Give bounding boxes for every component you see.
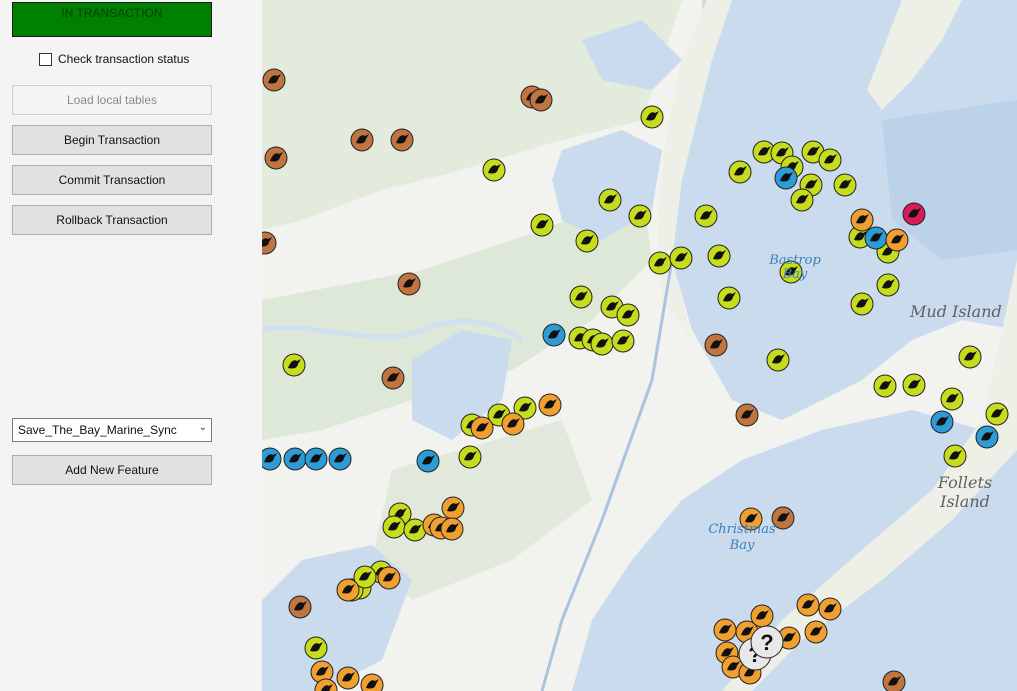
map-point-fish[interactable] bbox=[328, 447, 352, 471]
map-point-invertebrate[interactable] bbox=[713, 618, 737, 642]
map-point-bird[interactable] bbox=[640, 105, 664, 129]
map-point-bird[interactable] bbox=[616, 303, 640, 327]
map-point-bird[interactable] bbox=[628, 204, 652, 228]
control-panel: IN TRANSACTION Check transaction status … bbox=[0, 0, 262, 691]
map-point-mammal[interactable] bbox=[288, 595, 312, 619]
map-point-bird[interactable] bbox=[943, 444, 967, 468]
map-point-fish[interactable] bbox=[774, 166, 798, 190]
chevron-down-icon: ⌄ bbox=[198, 422, 207, 433]
map-point-bird[interactable] bbox=[902, 373, 926, 397]
map-point-bird[interactable] bbox=[669, 246, 693, 270]
map-point-bird[interactable] bbox=[876, 273, 900, 297]
map-point-invertebrate[interactable] bbox=[796, 593, 820, 617]
map-point-bird[interactable] bbox=[530, 213, 554, 237]
map-point-bird[interactable] bbox=[382, 515, 406, 539]
map-point-bird[interactable] bbox=[590, 332, 614, 356]
map-point-invertebrate[interactable] bbox=[377, 566, 401, 590]
check-transaction-status-row[interactable]: Check transaction status bbox=[39, 52, 189, 66]
map-point-fish[interactable] bbox=[283, 447, 307, 471]
map-point-invertebrate[interactable] bbox=[336, 666, 360, 690]
map-point-invertebrate[interactable] bbox=[501, 412, 525, 436]
map-point-invertebrate[interactable] bbox=[441, 496, 465, 520]
map-point-fish[interactable] bbox=[864, 226, 888, 250]
map-point-bird[interactable] bbox=[482, 158, 506, 182]
map-point-bird[interactable] bbox=[648, 251, 672, 275]
begin-transaction-button[interactable]: Begin Transaction bbox=[12, 125, 212, 155]
map-point-mammal[interactable] bbox=[381, 366, 405, 390]
commit-transaction-button[interactable]: Commit Transaction bbox=[12, 165, 212, 195]
map-point-bird[interactable] bbox=[717, 286, 741, 310]
map-point-fish[interactable] bbox=[416, 449, 440, 473]
map-point-bird[interactable] bbox=[694, 204, 718, 228]
bastrop-bay-label: Bastrop Bay bbox=[769, 253, 821, 282]
map-point-mammal[interactable] bbox=[397, 272, 421, 296]
map-point-mammal[interactable] bbox=[704, 333, 728, 357]
feature-table-dropdown[interactable]: Save_The_Bay_Marine_Sync ⌄ bbox=[12, 418, 212, 442]
rollback-transaction-button[interactable]: Rollback Transaction bbox=[12, 205, 212, 235]
map-point-bird[interactable] bbox=[818, 148, 842, 172]
mud-island-label: Mud Island bbox=[910, 302, 1002, 321]
map-point-invertebrate[interactable] bbox=[470, 416, 494, 440]
map-point-fish[interactable] bbox=[304, 447, 328, 471]
map-point-bird[interactable] bbox=[575, 229, 599, 253]
map-point-bird[interactable] bbox=[598, 188, 622, 212]
map-point-bird[interactable] bbox=[790, 188, 814, 212]
map-point-bird[interactable] bbox=[569, 285, 593, 309]
map-point-mammal[interactable] bbox=[264, 146, 288, 170]
map-point-bird[interactable] bbox=[985, 402, 1009, 426]
map-point-fish[interactable] bbox=[542, 323, 566, 347]
map-point-invertebrate[interactable] bbox=[440, 517, 464, 541]
map-point-invertebrate[interactable] bbox=[885, 228, 909, 252]
map-point-bird[interactable] bbox=[940, 387, 964, 411]
load-local-tables-button[interactable]: Load local tables bbox=[12, 85, 212, 115]
map-point-fish[interactable] bbox=[262, 447, 282, 471]
map-point-bird[interactable] bbox=[611, 329, 635, 353]
map-point-fish[interactable] bbox=[975, 425, 999, 449]
map-point-invertebrate[interactable] bbox=[804, 620, 828, 644]
map-point-fish[interactable] bbox=[930, 410, 954, 434]
map-point-bird[interactable] bbox=[766, 348, 790, 372]
map-point-bird[interactable] bbox=[304, 636, 328, 660]
map-point-invertebrate[interactable] bbox=[850, 208, 874, 232]
feature-table-dropdown-value: Save_The_Bay_Marine_Sync bbox=[18, 423, 177, 437]
map-point-mammal[interactable] bbox=[390, 128, 414, 152]
add-new-feature-button[interactable]: Add New Feature bbox=[12, 455, 212, 485]
map-point-bird[interactable] bbox=[403, 518, 427, 542]
map-point-bird[interactable] bbox=[850, 292, 874, 316]
map-point-bird[interactable] bbox=[707, 244, 731, 268]
map-point-mammal[interactable] bbox=[882, 670, 906, 691]
map-view[interactable]: ?? Bastrop Bay Christmas Bay Mud Island … bbox=[262, 0, 1017, 691]
map-point-bird[interactable] bbox=[833, 173, 857, 197]
map-point-mammal[interactable] bbox=[350, 128, 374, 152]
map-point-bird[interactable] bbox=[958, 345, 982, 369]
svg-text:?: ? bbox=[760, 630, 773, 655]
map-point-invertebrate[interactable] bbox=[818, 597, 842, 621]
basemap: ?? bbox=[262, 0, 1017, 691]
christmas-bay-label: Christmas Bay bbox=[708, 522, 776, 553]
check-transaction-status-checkbox[interactable] bbox=[39, 52, 52, 66]
transaction-status-banner: IN TRANSACTION bbox=[12, 2, 212, 37]
map-point-bird[interactable] bbox=[282, 353, 306, 377]
map-point-mammal[interactable] bbox=[735, 403, 759, 427]
check-transaction-status-label: Check transaction status bbox=[58, 52, 190, 66]
map-point-bird[interactable] bbox=[458, 445, 482, 469]
follets-island-label: Follets Island bbox=[937, 473, 993, 511]
map-point-invertebrate[interactable] bbox=[336, 578, 360, 602]
map-point-mammal[interactable] bbox=[529, 88, 553, 112]
map-point-mammal[interactable] bbox=[262, 68, 286, 92]
map-point-bird[interactable] bbox=[728, 160, 752, 184]
map-point-bird[interactable] bbox=[873, 374, 897, 398]
map-point-invertebrate[interactable] bbox=[538, 393, 562, 417]
map-point-unknown[interactable]: ? bbox=[750, 625, 784, 659]
map-point-invertebrate[interactable] bbox=[360, 673, 384, 691]
map-point-reptile[interactable] bbox=[902, 202, 926, 226]
